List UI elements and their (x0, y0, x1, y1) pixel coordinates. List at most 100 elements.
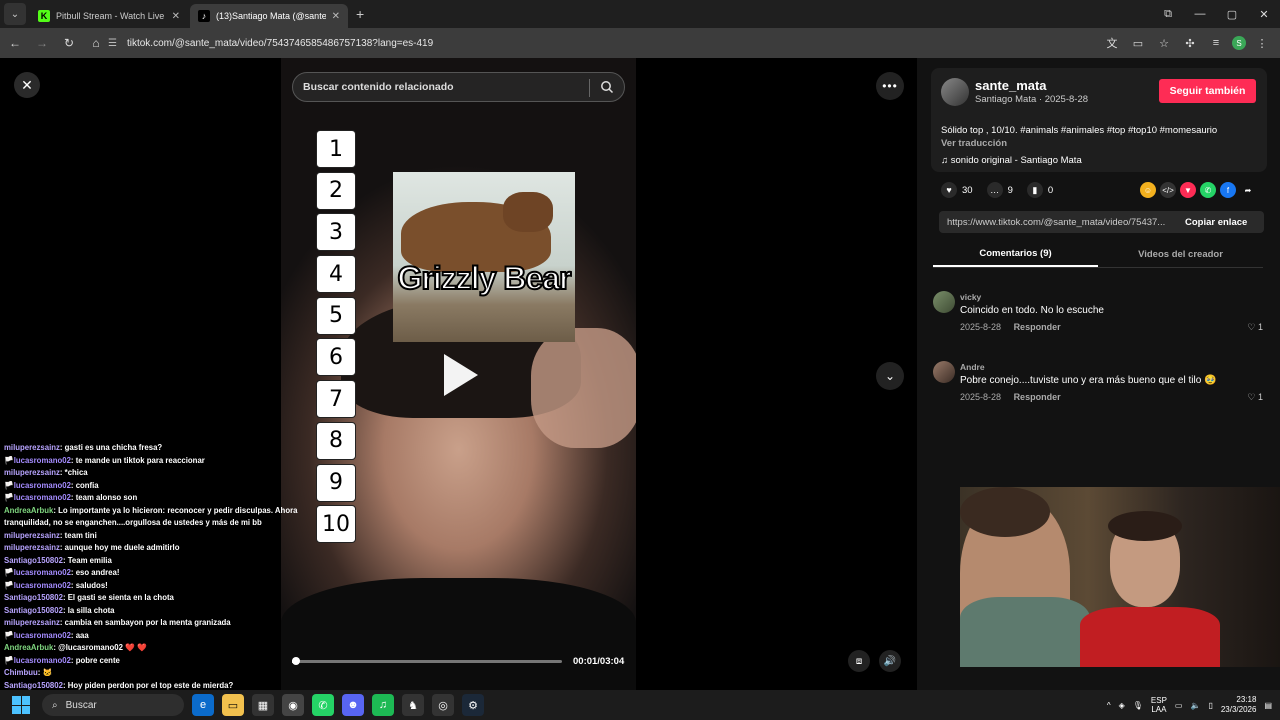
save-button[interactable]: ▮ 0 (1026, 182, 1053, 198)
chat-username[interactable]: miluperezsainz (4, 468, 60, 477)
search-icon[interactable] (600, 80, 614, 94)
maximize-button[interactable]: ▢ (1216, 0, 1248, 28)
tray-expand-icon[interactable]: ^ (1107, 701, 1111, 710)
comment-like-button[interactable]: ♡ 1 (1247, 322, 1263, 333)
copy-link-button[interactable]: Copiar enlace (1185, 217, 1247, 228)
chat-username[interactable]: AndreaArbuk (4, 506, 53, 515)
author-avatar[interactable] (941, 78, 969, 106)
commenter-avatar[interactable] (933, 291, 955, 313)
network-icon[interactable]: ▭ (1175, 701, 1183, 710)
send-icon[interactable]: ▼ (1180, 182, 1196, 198)
chat-username[interactable]: 🏳️lucasromano02 (4, 481, 71, 490)
share-arrow-icon[interactable]: ➦ (1240, 182, 1256, 198)
chat-username[interactable]: 🏳️lucasromano02 (4, 631, 71, 640)
more-options-button[interactable]: ••• (876, 72, 904, 100)
comment-like-button[interactable]: ♡ 1 (1247, 392, 1263, 403)
close-video-button[interactable]: ✕ (14, 72, 40, 98)
steam-icon[interactable]: ⚙ (462, 694, 484, 716)
game-icon[interactable]: ♞ (402, 694, 424, 716)
menu-kebab-icon[interactable]: ⋮ (1252, 33, 1272, 53)
embed-icon[interactable]: </> (1160, 182, 1176, 198)
battery-icon[interactable]: ▯ (1208, 701, 1212, 710)
close-tab-icon[interactable]: ✕ (172, 11, 180, 22)
tab-tiktok[interactable]: ♪ (13)Santiago Mata (@sante_ma ✕ (190, 4, 348, 28)
chat-username[interactable]: Santiago150802 (4, 556, 63, 565)
input-language[interactable]: ESP LAA (1151, 696, 1167, 714)
file-explorer-icon[interactable]: ▭ (222, 694, 244, 716)
minimize-button[interactable]: — (1184, 0, 1216, 28)
home-icon[interactable]: ⌂ (84, 31, 108, 55)
discord-icon[interactable]: ☻ (342, 694, 364, 716)
chat-username[interactable]: miluperezsainz (4, 443, 60, 452)
url-bar[interactable]: ☰ tiktok.com/@sante_mata/video/754374658… (108, 32, 1108, 54)
taskbar-search[interactable]: ⌕ Buscar (42, 694, 184, 716)
close-tab-icon[interactable]: ✕ (332, 11, 340, 22)
chat-username[interactable]: Chimbuu (4, 668, 38, 677)
chat-username[interactable]: 🏳️lucasromano02 (4, 493, 71, 502)
chat-username[interactable]: miluperezsainz (4, 531, 60, 540)
video-player[interactable]: Buscar contenido relacionado 1 2 3 4 5 6… (281, 58, 636, 690)
related-search-input[interactable]: Buscar contenido relacionado (292, 72, 625, 102)
back-icon[interactable]: ← (3, 31, 27, 55)
tab-strip-icon[interactable]: ⧉ (1152, 0, 1184, 28)
windows-start-icon[interactable] (12, 696, 30, 714)
play-icon[interactable] (444, 354, 478, 396)
extensions-icon[interactable]: ✣ (1180, 33, 1200, 53)
chat-username[interactable]: Santiago150802 (4, 606, 63, 615)
chat-username[interactable]: Santiago150802 (4, 681, 63, 690)
speaker-icon[interactable]: 🔈 (1190, 701, 1200, 710)
chat-username[interactable]: miluperezsainz (4, 618, 60, 627)
chat-username[interactable]: 🏳️lucasromano02 (4, 656, 71, 665)
security-icon[interactable]: ◈ (1119, 701, 1125, 710)
forward-icon[interactable]: → (30, 31, 54, 55)
whatsapp-icon[interactable]: ✆ (1200, 182, 1216, 198)
reply-button[interactable]: Responder (1014, 322, 1061, 332)
commenter-avatar[interactable] (933, 361, 955, 383)
tiktok-icon: ♪ (198, 10, 210, 22)
close-window-button[interactable]: ✕ (1248, 0, 1280, 28)
chat-username[interactable]: 🏳️lucasromano02 (4, 456, 71, 465)
mini-player-icon[interactable]: ⧈ (848, 650, 870, 672)
site-info-icon[interactable]: ☰ (108, 38, 117, 49)
tab-comments[interactable]: Comentarios (9) (933, 242, 1098, 267)
media-icon[interactable]: ≡ (1206, 33, 1226, 53)
sound-link[interactable]: ♫ sonido original - Santiago Mata (941, 155, 1082, 166)
new-tab-button[interactable]: + (356, 6, 364, 22)
commenter-name[interactable]: vicky (960, 292, 981, 302)
cast-icon[interactable]: ▭ (1128, 33, 1148, 53)
video-progress-bar[interactable] (292, 657, 562, 665)
spotify-icon[interactable]: ♫ (372, 694, 394, 716)
chrome-icon[interactable]: ◉ (282, 694, 304, 716)
profile-avatar[interactable]: S (1232, 36, 1246, 50)
bookmark-star-icon[interactable]: ☆ (1154, 33, 1174, 53)
follow-button[interactable]: Seguir también (1159, 79, 1256, 103)
author-username[interactable]: sante_mata (975, 78, 1047, 93)
see-translation-link[interactable]: Ver traducción (941, 138, 1007, 149)
store-icon[interactable]: ▦ (252, 694, 274, 716)
reply-button[interactable]: Responder (1014, 392, 1061, 402)
facebook-icon[interactable]: f (1220, 182, 1236, 198)
reload-icon[interactable]: ↻ (57, 31, 81, 55)
next-video-button[interactable]: ⌄ (876, 362, 904, 390)
chat-username[interactable]: miluperezsainz (4, 543, 60, 552)
notifications-icon[interactable]: ▤ (1264, 701, 1272, 710)
chat-username[interactable]: 🏳️lucasromano02 (4, 568, 71, 577)
comment-button[interactable]: … 9 (986, 182, 1013, 198)
volume-icon[interactable]: 🔊 (879, 650, 901, 672)
chat-username[interactable]: 🏳️lucasromano02 (4, 581, 71, 590)
tab-creator-videos[interactable]: Videos del creador (1098, 242, 1263, 267)
whatsapp-icon[interactable]: ✆ (312, 694, 334, 716)
chat-username[interactable]: AndreaArbuk (4, 643, 53, 652)
like-button[interactable]: ♥ 30 (941, 182, 973, 198)
translate-icon[interactable]: 文 (1102, 33, 1122, 53)
chat-username[interactable]: Santiago150802 (4, 593, 63, 602)
microphone-icon[interactable]: 🎙 (1133, 701, 1143, 710)
taskbar-clock[interactable]: 23:18 23/3/2026 (1221, 695, 1257, 715)
tab-kick[interactable]: K Pitbull Stream - Watch Live ✕ (30, 4, 188, 28)
edge-icon[interactable]: e (192, 694, 214, 716)
commenter-name[interactable]: Andre (960, 362, 985, 372)
tab-search-menu[interactable]: ⌄ (4, 3, 26, 25)
repost-icon[interactable]: ☺ (1140, 182, 1156, 198)
obs-icon[interactable]: ◎ (432, 694, 454, 716)
rank-number: 3 (316, 213, 356, 252)
